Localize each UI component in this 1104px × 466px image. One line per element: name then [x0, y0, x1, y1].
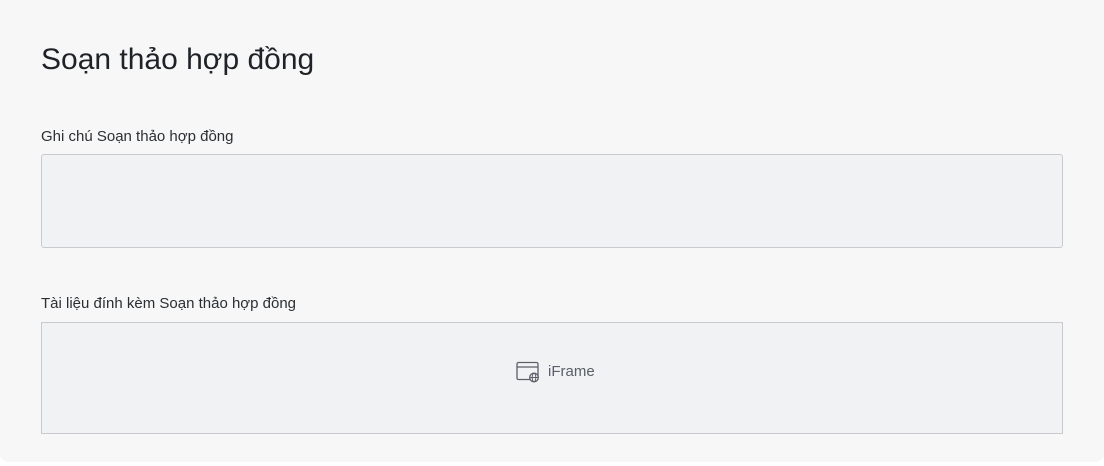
note-field-label: Ghi chú Soạn thảo hợp đồng — [41, 128, 234, 145]
attachment-field-label: Tài liệu đính kèm Soạn thảo hợp đồng — [41, 295, 297, 312]
note-textarea[interactable] — [41, 154, 1063, 248]
attachment-iframe-embed[interactable]: iFrame — [41, 322, 1063, 434]
iframe-label: iFrame — [548, 363, 595, 380]
iframe-globe-icon — [516, 361, 539, 383]
iframe-placeholder: iFrame — [516, 361, 595, 383]
form-card: Soạn thảo hợp đồng Ghi chú Soạn thảo hợp… — [0, 0, 1104, 462]
page-title: Soạn thảo hợp đồng — [41, 43, 315, 76]
